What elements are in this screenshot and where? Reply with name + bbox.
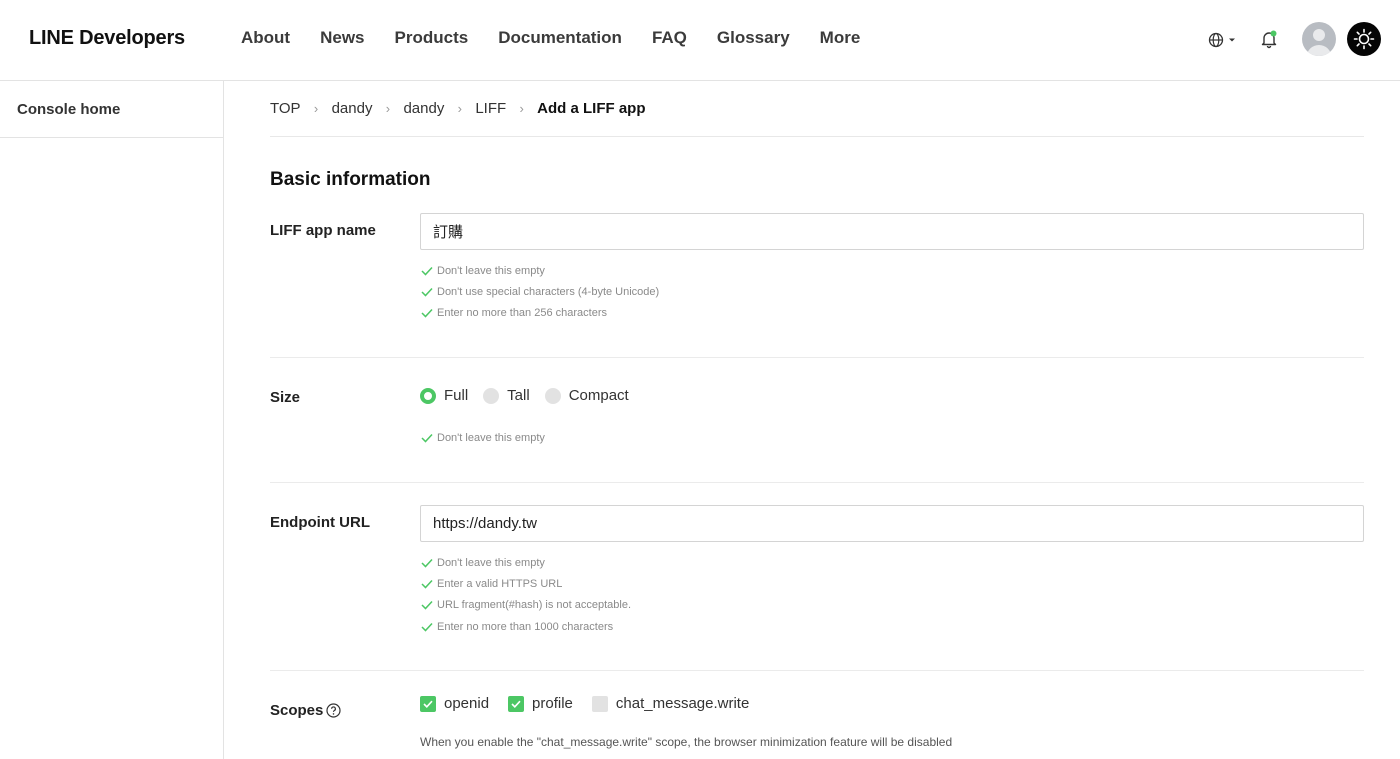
radio-indicator: [483, 387, 500, 404]
avatar[interactable]: [1302, 22, 1336, 56]
rule-text: Don't leave this empty: [437, 431, 545, 444]
validation-rule: Don't use special characters (4-byte Uni…: [421, 281, 659, 302]
checkbox-indicator: [591, 695, 608, 712]
chevron-right-icon: ›: [313, 101, 319, 116]
top-header: LINE Developers About News Products Docu…: [0, 0, 1400, 81]
radio-label: Full: [444, 387, 469, 404]
size-label: Size: [270, 389, 301, 406]
nav-more[interactable]: More: [820, 28, 861, 48]
user-silhouette-icon: [1307, 29, 1331, 56]
validation-rule: URL fragment(#hash) is not acceptable.: [421, 595, 631, 616]
rule-text: Don't leave this empty: [437, 264, 545, 277]
breadcrumb-channel[interactable]: dandy: [403, 100, 444, 117]
notifications-button[interactable]: [1260, 29, 1278, 49]
rule-text: Enter no more than 256 characters: [437, 307, 607, 320]
sun-icon: [1353, 28, 1375, 50]
divider: [270, 357, 1364, 358]
checkbox-indicator: [420, 695, 436, 712]
breadcrumb: TOP › dandy › dandy › LIFF › Add a LIFF …: [270, 81, 1364, 137]
radio-label: Tall: [507, 387, 530, 404]
checkmark-icon: [511, 700, 521, 708]
check-icon: [421, 433, 433, 443]
rule-text: URL fragment(#hash) is not acceptable.: [437, 599, 632, 612]
check-icon: [421, 558, 433, 568]
checkbox-label: openid: [444, 695, 490, 712]
chevron-right-icon: ›: [519, 101, 524, 116]
check-icon: [421, 622, 433, 632]
main-content: TOP › dandy › dandy › LIFF › Add a LIFF …: [270, 81, 1364, 749]
check-icon: [421, 266, 433, 276]
chevron-right-icon: ›: [457, 101, 462, 116]
checkbox-indicator: [508, 695, 525, 712]
breadcrumb-current: Add a LIFF app: [537, 100, 646, 117]
checkmark-icon: [423, 700, 433, 708]
rule-text: Don't leave this empty: [437, 556, 545, 569]
checkbox-label: chat_message.write: [615, 695, 750, 712]
rule-text: Don't use special characters (4-byte Uni…: [437, 285, 660, 298]
breadcrumb-top[interactable]: TOP: [270, 100, 301, 117]
validation-rule: Enter a valid HTTPS URL: [421, 573, 631, 594]
validation-rule: Don't leave this empty: [421, 260, 659, 281]
chevron-right-icon: ›: [385, 101, 391, 116]
scopes-label: Scopes: [270, 702, 324, 719]
checkbox-label: profile: [532, 695, 573, 712]
sidebar: Console home: [0, 81, 224, 759]
validation-rule: Enter no more than 1000 characters: [421, 616, 631, 637]
scope-checkbox-profile[interactable]: profile: [508, 695, 573, 712]
radio-indicator: [420, 387, 436, 404]
nav-about[interactable]: About: [241, 28, 290, 48]
validation-rule: Don't leave this empty: [421, 552, 631, 573]
rule-text: Enter no more than 1000 characters: [437, 620, 614, 633]
endpoint-url-label: Endpoint URL: [270, 514, 370, 531]
nav-news[interactable]: News: [320, 28, 364, 48]
scope-checkbox-chat-message-write[interactable]: chat_message.write: [591, 695, 750, 712]
size-radio-compact[interactable]: Compact: [544, 387, 629, 404]
caret-down-icon: [1229, 38, 1235, 42]
radio-label: Compact: [568, 387, 629, 404]
breadcrumb-provider[interactable]: dandy: [332, 100, 373, 117]
check-icon: [421, 579, 433, 589]
nav-faq[interactable]: FAQ: [652, 28, 687, 48]
main-nav: About News Products Documentation FAQ Gl…: [241, 28, 860, 48]
scopes-checkbox-group: openid profile chat_message.write: [420, 695, 768, 712]
validation-rule: Enter no more than 256 characters: [421, 303, 659, 324]
help-icon[interactable]: [326, 703, 341, 718]
endpoint-url-rules: Don't leave this empty Enter a valid HTT…: [421, 552, 631, 637]
scopes-note: When you enable the "chat_message.write"…: [420, 735, 953, 749]
divider: [270, 482, 1364, 483]
bell-icon: [1261, 30, 1277, 49]
app-name-input[interactable]: 訂購: [420, 213, 1364, 250]
check-icon: [421, 287, 433, 297]
nav-products[interactable]: Products: [395, 28, 469, 48]
app-name-rules: Don't leave this empty Don't use special…: [421, 260, 659, 324]
size-radio-full[interactable]: Full: [420, 387, 468, 404]
site-logo[interactable]: LINE Developers: [29, 27, 185, 50]
size-radio-group: Full Tall Compact: [420, 387, 644, 404]
rule-text: Enter a valid HTTPS URL: [437, 577, 563, 590]
divider: [270, 670, 1364, 671]
nav-documentation[interactable]: Documentation: [498, 28, 622, 48]
sidebar-item-console-home[interactable]: Console home: [0, 81, 223, 138]
check-icon: [421, 601, 433, 610]
size-radio-tall[interactable]: Tall: [483, 387, 530, 404]
theme-toggle-button[interactable]: [1347, 22, 1381, 56]
endpoint-url-input[interactable]: https://dandy.tw: [420, 505, 1364, 542]
language-selector[interactable]: [1208, 30, 1238, 50]
globe-icon: [1208, 32, 1224, 48]
breadcrumb-liff[interactable]: LIFF: [475, 100, 506, 117]
size-rules: Don't leave this empty: [421, 427, 545, 448]
section-title: Basic information: [270, 169, 431, 190]
nav-glossary[interactable]: Glossary: [717, 28, 790, 48]
scope-checkbox-openid[interactable]: openid: [420, 695, 489, 712]
validation-rule: Don't leave this empty: [421, 427, 545, 448]
check-icon: [421, 309, 433, 318]
app-name-label: LIFF app name: [270, 222, 376, 239]
radio-indicator: [544, 387, 561, 404]
